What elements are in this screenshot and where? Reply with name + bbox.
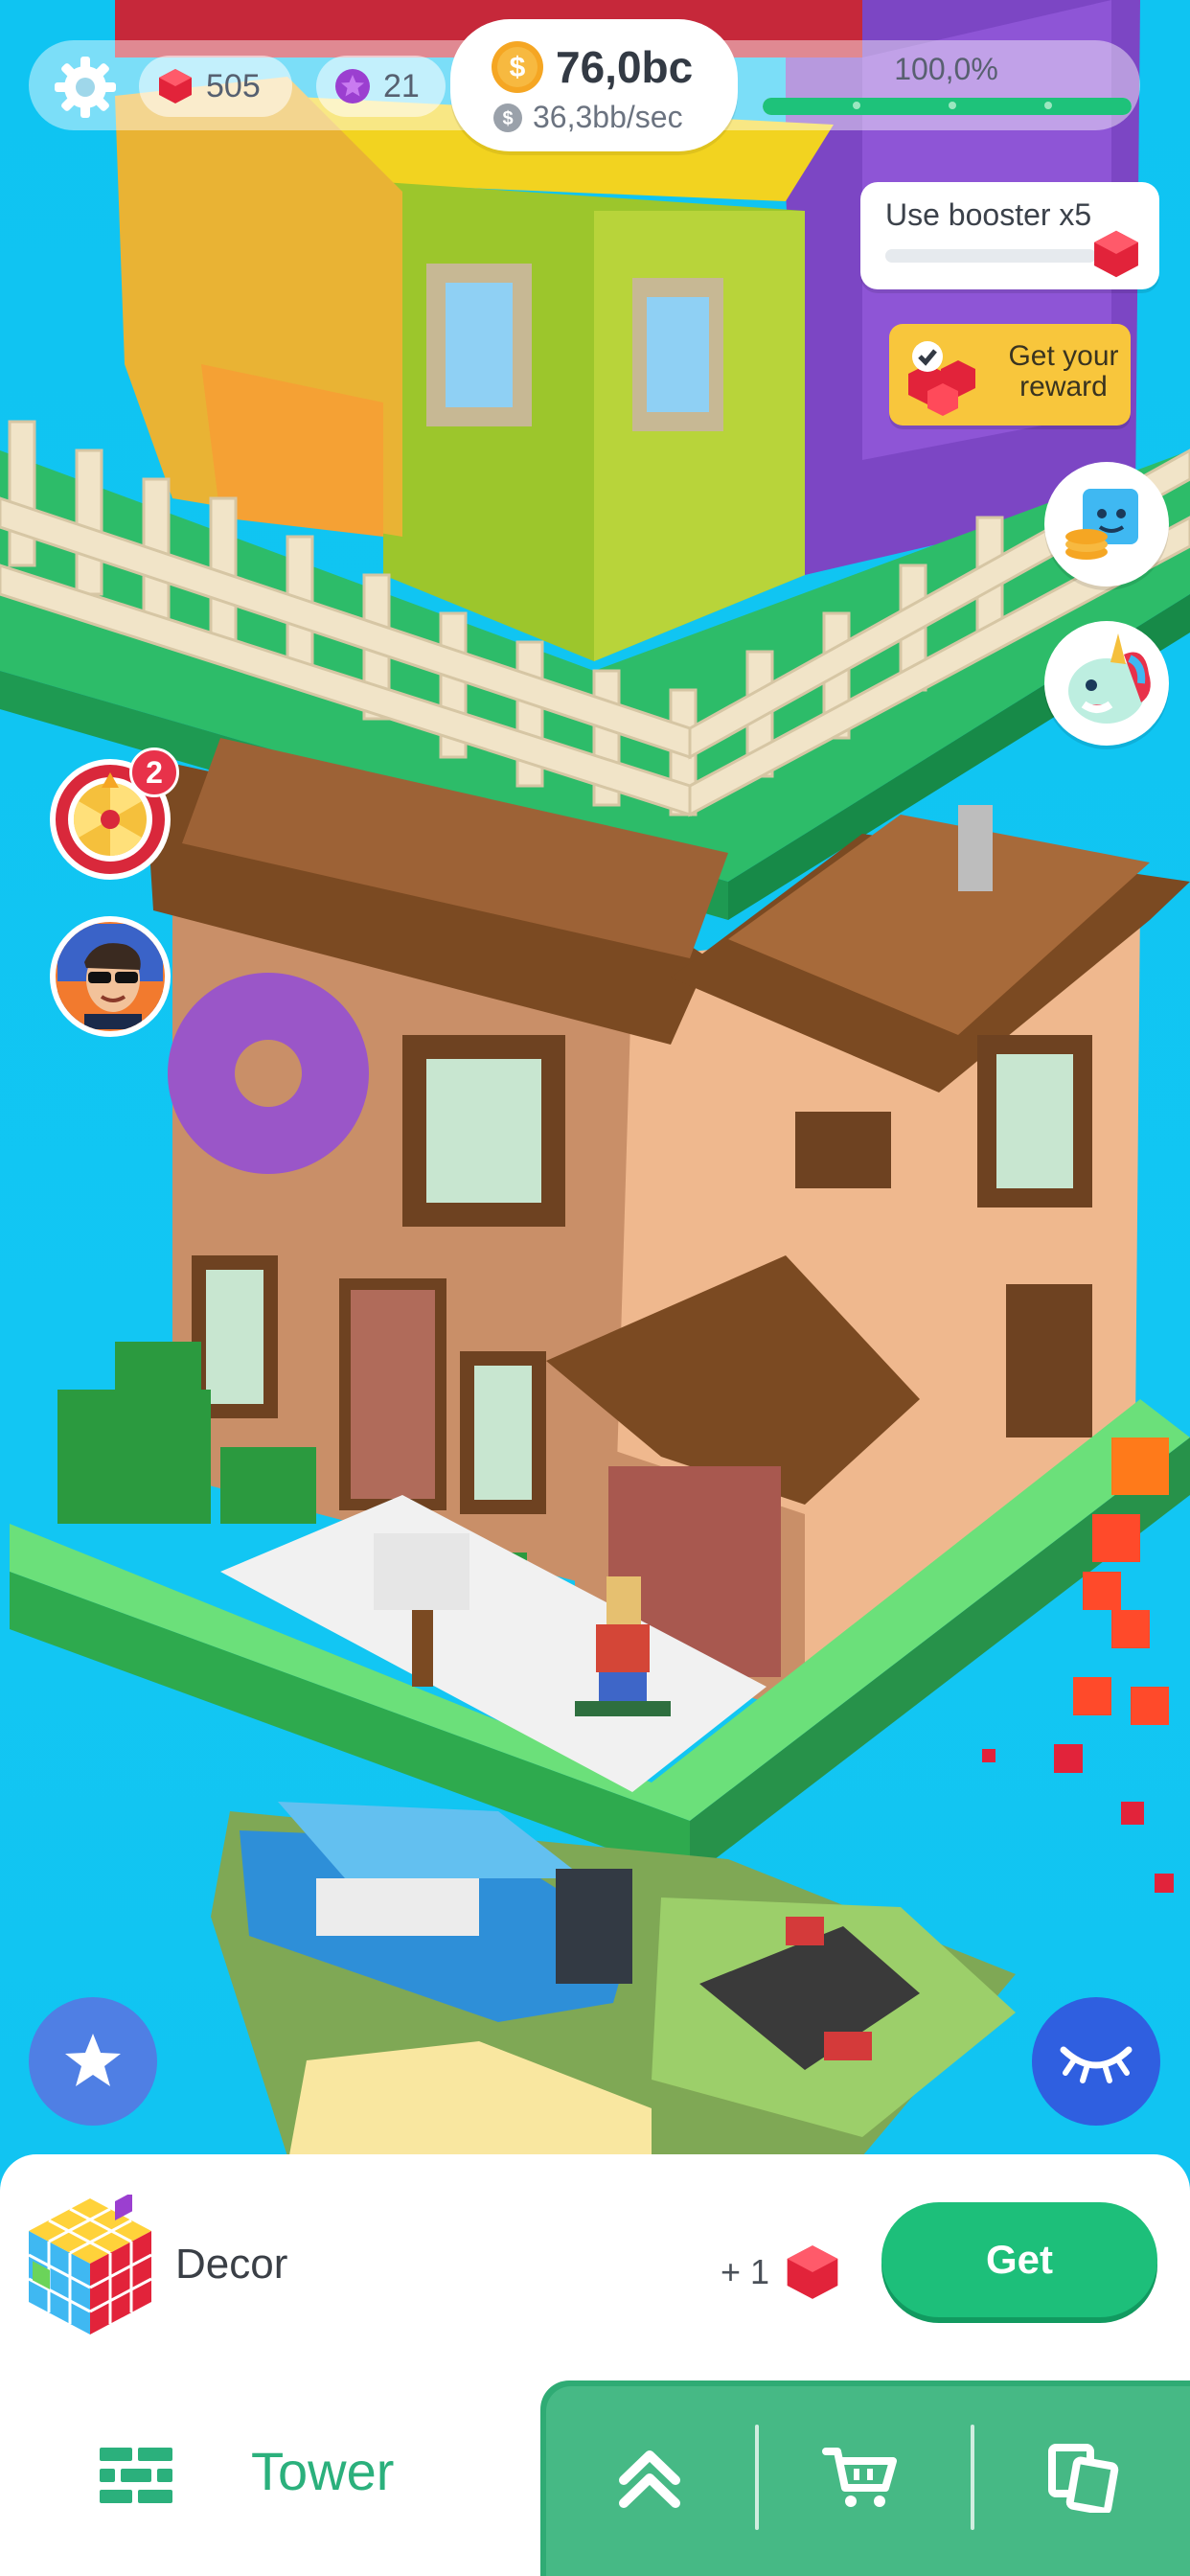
coin-value: 76,0bc (556, 42, 694, 92)
chimney (958, 805, 993, 891)
reward-label: Get your reward (1008, 340, 1119, 402)
nav-divider (971, 2425, 974, 2530)
double-chevron-up-icon (619, 2450, 680, 2508)
item-name: Decor (175, 2241, 288, 2288)
item-reward-value: + 1 (721, 2252, 770, 2291)
brick-wall-icon (100, 2448, 172, 2503)
progress-tick (1044, 102, 1052, 109)
red-gem-icon (1094, 230, 1138, 278)
brick-window-2 (795, 1112, 891, 1188)
shopping-cart-icon (822, 2448, 897, 2507)
green-house-window-glass (446, 283, 513, 407)
gems-value: 505 (206, 67, 261, 104)
front-door (339, 1278, 446, 1510)
brick-window-3-glass (996, 1054, 1073, 1188)
tab-tower-label: Tower (251, 2441, 395, 2501)
cards-icon (1048, 2444, 1119, 2513)
purple-star-token-icon (335, 69, 370, 104)
hide-ui-button[interactable] (1032, 1997, 1160, 2126)
tab-tower[interactable]: Tower (0, 2375, 540, 2576)
mailbox-post (412, 1610, 433, 1687)
side-window-left-glass (206, 1270, 263, 1404)
side-window-right-glass (474, 1366, 532, 1500)
progress-tick (853, 102, 860, 109)
progress-label: 100,0% (894, 52, 998, 86)
booster-label: Use booster x5 (885, 197, 1092, 232)
svg-text:$: $ (510, 52, 526, 83)
mailbox (374, 1533, 469, 1610)
tower-progress: 100,0% (757, 48, 1135, 125)
manager-avatar-button[interactable] (50, 916, 171, 1037)
manager-avatar-icon (57, 924, 163, 1029)
settings-button[interactable] (48, 50, 123, 125)
get-reward-button[interactable]: Get your reward (889, 324, 1131, 426)
brick-window-1-glass (426, 1059, 541, 1203)
gems-counter[interactable]: 505 (139, 56, 292, 117)
wheel-notification-badge: 2 (129, 748, 179, 797)
red-gem-icon (159, 69, 192, 104)
get-button[interactable]: Get (881, 2202, 1157, 2317)
nav-divider (755, 2425, 759, 2530)
item-reward: + 1 (721, 2242, 842, 2302)
star-icon (65, 2034, 121, 2086)
gear-icon (55, 57, 116, 118)
silver-coin-icon: $ (493, 103, 522, 132)
booster-button[interactable]: Use booster x5 (860, 182, 1159, 289)
shop-nav-button[interactable] (765, 2396, 956, 2559)
unicorn-icon (1068, 633, 1151, 724)
coin-balance[interactable]: $ 76,0bc $ 36,3bb/sec (450, 19, 738, 151)
unicorn-offer-button[interactable] (1044, 621, 1169, 746)
tokens-counter[interactable]: 21 (316, 56, 446, 117)
booster-progress (885, 249, 1096, 263)
closed-eye-icon (1060, 2046, 1133, 2083)
collection-nav-button[interactable] (987, 2396, 1179, 2559)
rubiks-cube-icon (28, 2195, 152, 2334)
blue-cube-mascot-icon (1065, 489, 1138, 560)
gold-coin-icon: $ (492, 41, 543, 93)
coins-offer-button[interactable] (1044, 462, 1169, 586)
progress-track (763, 98, 1132, 115)
tokens-value: 21 (383, 67, 420, 104)
coin-rate-value: 36,3bb/sec (533, 100, 683, 134)
upgrade-nav-button[interactable] (554, 2396, 745, 2559)
gems-reward-icon (908, 341, 975, 416)
donut-hole (235, 1040, 302, 1107)
favorite-button[interactable] (29, 1997, 157, 2126)
svg-text:$: $ (502, 108, 513, 129)
progress-tick (949, 102, 956, 109)
brick-window-4 (1006, 1284, 1092, 1438)
progress-fill (763, 98, 1132, 115)
red-gem-icon (787, 2245, 838, 2299)
green-house-window-2-glass (647, 297, 709, 412)
